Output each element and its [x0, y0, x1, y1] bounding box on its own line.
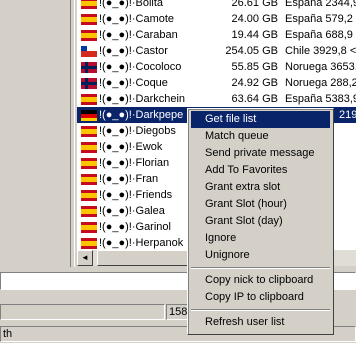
user-description: España 579,2 I: [285, 13, 356, 25]
user-description: España 5383,9: [285, 93, 356, 105]
user-row[interactable]: !(●_●)!·Castor 254.05 GB Chile 3929,8 <: [77, 43, 356, 59]
user-row[interactable]: !(●_●)!·Camote 24.00 GB España 579,2 I: [77, 11, 356, 27]
user-nick: !(●_●)!·Florian: [99, 157, 170, 169]
country-flag-icon: [81, 238, 97, 249]
country-flag-icon: [81, 30, 97, 41]
country-flag-icon: [81, 46, 97, 57]
user-nick: !(●_●)!·Bolita: [99, 0, 164, 9]
menu-item-grant-extra-slot[interactable]: Grant extra slot: [191, 179, 330, 196]
menu-item-get-file-list[interactable]: Get file list: [191, 111, 330, 128]
user-nick: !(●_●)!·Diegobs: [99, 125, 176, 137]
country-flag-icon: [81, 14, 97, 25]
country-flag-icon: [81, 142, 97, 153]
user-nick: !(●_●)!·Friends: [99, 189, 173, 201]
user-nick: !(●_●)!·Galea: [99, 205, 165, 217]
menu-separator: [191, 267, 330, 269]
user-share: 63.64 GB: [231, 93, 278, 105]
menu-item-add-to-favorites[interactable]: Add To Favorites: [191, 162, 330, 179]
user-nick: !(●_●)!·Garinol: [99, 221, 171, 233]
menu-item-unignore[interactable]: Unignore: [191, 247, 330, 264]
user-nick: !(●_●)!·Fran: [99, 173, 159, 185]
scrollbar-thumb[interactable]: [97, 250, 192, 266]
country-flag-icon: [81, 206, 97, 217]
country-flag-icon: [81, 158, 97, 169]
user-row[interactable]: !(●_●)!·Coque 24.92 GB Noruega 288,2: [77, 75, 356, 91]
user-description: 219: [339, 109, 356, 121]
user-nick: !(●_●)!·Herpanok: [99, 237, 184, 249]
user-nick: !(●_●)!·Darkchein: [99, 93, 186, 105]
splitter[interactable]: [70, 0, 75, 267]
user-share: 26.61 GB: [231, 0, 278, 9]
menu-item-grant-slot-hour[interactable]: Grant Slot (hour): [191, 196, 330, 213]
user-nick: !(●_●)!·Castor: [99, 45, 168, 57]
country-flag-icon: [81, 174, 97, 185]
user-description: Noruega 3653,: [285, 61, 356, 73]
user-row[interactable]: !(●_●)!·Caraban 19.44 GB España 688,9 <: [77, 27, 356, 43]
scroll-left-button[interactable]: ◄: [77, 250, 93, 266]
country-flag-icon: [81, 222, 97, 233]
country-flag-icon: [81, 0, 97, 9]
context-menu: Get file list Match queue Send private mes…: [187, 108, 334, 335]
menu-item-send-private-message[interactable]: Send private message: [191, 145, 330, 162]
user-share: 19.44 GB: [231, 29, 278, 41]
user-description: España 2344,9: [285, 0, 356, 9]
menu-item-copy-nick-to-clipboard[interactable]: Copy nick to clipboard: [191, 272, 330, 289]
user-description: Noruega 288,2: [285, 77, 356, 89]
user-nick: !(●_●)!·Camote: [99, 13, 175, 25]
user-row[interactable]: !(●_●)!·Darkchein 63.64 GB España 5383,9: [77, 91, 356, 107]
left-panel: [0, 0, 75, 267]
country-flag-icon: [81, 190, 97, 201]
country-flag-icon: [81, 126, 97, 137]
menu-separator: [191, 309, 330, 311]
user-share: 24.00 GB: [231, 13, 278, 25]
user-share: 24.92 GB: [231, 77, 278, 89]
menu-item-refresh-user-list[interactable]: Refresh user list: [191, 314, 330, 331]
user-nick: !(●_●)!·Darkpepe: [99, 109, 184, 121]
user-row[interactable]: !(●_●)!·Bolita 26.61 GB España 2344,9: [77, 0, 356, 11]
country-flag-icon: [81, 94, 97, 105]
menu-item-match-queue[interactable]: Match queue: [191, 128, 330, 145]
country-flag-icon: [81, 62, 97, 73]
user-row[interactable]: !(●_●)!·Cocoloco 55.85 GB Noruega 3653,: [77, 59, 356, 75]
status-field-main: [0, 304, 165, 320]
country-flag-icon: [81, 78, 97, 89]
menu-item-copy-ip-to-clipboard[interactable]: Copy IP to clipboard: [191, 289, 330, 306]
country-flag-icon: [81, 110, 97, 121]
user-share: 254.05 GB: [225, 45, 278, 57]
user-nick: !(●_●)!·Ewok: [99, 141, 163, 153]
menu-item-ignore[interactable]: Ignore: [191, 230, 330, 247]
user-share: 55.85 GB: [231, 61, 278, 73]
user-nick: !(●_●)!·Cocoloco: [99, 61, 182, 73]
menu-item-grant-slot-day[interactable]: Grant Slot (day): [191, 213, 330, 230]
user-nick: !(●_●)!·Coque: [99, 77, 168, 89]
user-description: Chile 3929,8 <: [285, 45, 356, 57]
user-nick: !(●_●)!·Caraban: [99, 29, 178, 41]
user-description: España 688,9 <: [285, 29, 356, 41]
